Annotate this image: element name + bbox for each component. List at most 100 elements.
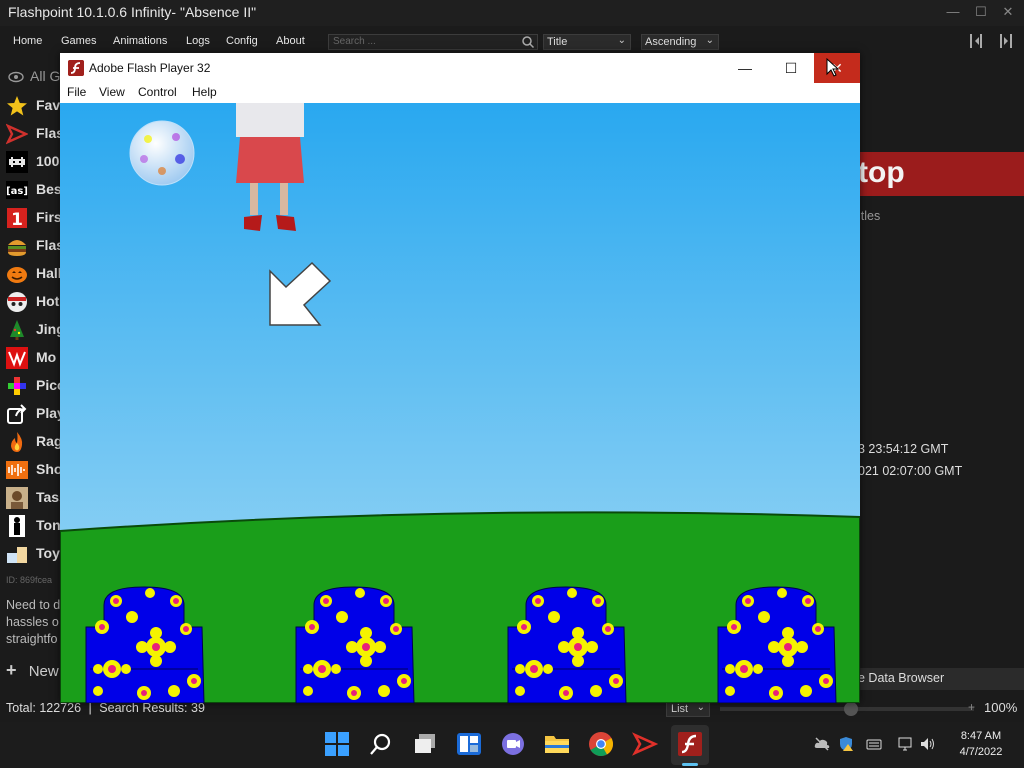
sort-order-value: Ascending (645, 36, 697, 48)
mosaic-icon (6, 347, 28, 369)
sidebar-item-pico[interactable]: Pico (4, 374, 66, 398)
collapse-right-icon[interactable] (996, 32, 1016, 50)
pixel-icon (8, 377, 26, 395)
sidebar-item-rag[interactable]: Rag (4, 430, 64, 454)
menu-games[interactable]: Games (61, 35, 96, 47)
sidebar-item-first[interactable]: 1 Firs (4, 206, 64, 230)
flashpoint-titlebar: Flashpoint 10.1.0.6 Infinity- "Absence I… (0, 0, 1024, 26)
widgets-icon[interactable] (456, 731, 482, 757)
sidebar-item-favorites[interactable]: Fav (4, 94, 64, 118)
desktop-screen: Flashpoint 10.1.0.6 Infinity- "Absence I… (0, 0, 1024, 768)
sidebar-item-label: 100 (36, 153, 60, 169)
sidebar-item-halloween[interactable]: Hall (4, 262, 64, 286)
flash-logo-icon (68, 60, 84, 76)
sidebar-item-label: Fav (36, 97, 61, 113)
search-icon[interactable] (521, 35, 535, 49)
audio-icon (6, 461, 28, 479)
burger-icon (8, 240, 26, 256)
chrome-icon[interactable] (588, 731, 614, 757)
game-stage[interactable] (60, 103, 860, 703)
sidebar-item-label: Rag (36, 433, 63, 449)
flashpoint-taskbar-icon[interactable] (632, 731, 658, 757)
zoom-value: 100% (984, 700, 1018, 715)
clock-date: 4/7/2022 (959, 746, 1003, 758)
flash-minimize-button[interactable]: — (722, 53, 768, 83)
flash-titlebar: Adobe Flash Player 32 — ☐ ✕ (60, 53, 860, 83)
flash-player-taskbar-icon[interactable] (677, 731, 703, 757)
menu-logs[interactable]: Logs (186, 35, 210, 47)
search-icon[interactable] (368, 731, 394, 757)
security-warning-icon[interactable] (838, 736, 854, 752)
start-icon[interactable] (324, 731, 350, 757)
close-button[interactable]: ✕ (997, 2, 1019, 22)
teams-chat-icon[interactable] (500, 731, 526, 757)
search-input[interactable]: Search ... (328, 34, 538, 50)
file-explorer-icon[interactable] (544, 731, 570, 757)
sidebar-item-jingle[interactable]: Jing (4, 318, 65, 342)
share-icon (7, 404, 27, 424)
game-title-banner: top (858, 152, 1024, 196)
flashpoint-icon (6, 123, 28, 145)
portrait-icon (6, 487, 28, 509)
sidebar-item-mo[interactable]: Mo (4, 346, 64, 370)
sidebar-item-best[interactable]: [as] Bes (4, 178, 64, 202)
task-view-icon[interactable] (412, 731, 438, 757)
flash-menu-help[interactable]: Help (192, 85, 217, 99)
sidebar-item-flashpoint[interactable]: Flas (4, 122, 64, 146)
flash-maximize-button[interactable]: ☐ (768, 53, 814, 83)
game-description: Need to d hassles o straightfo (6, 597, 60, 648)
sidebar-item-tass[interactable]: Tass (4, 486, 67, 510)
sidebar-item-label: Sho (36, 461, 63, 477)
chevron-down-icon: ⌄ (696, 702, 705, 713)
date-modified: 021 02:07:00 GMT (858, 464, 963, 478)
system-clock[interactable]: 8:47 AM 4/7/2022 (956, 728, 1006, 760)
blocks-icon (7, 547, 27, 563)
status-summary: Total: 122726 | Search Results: 39 (6, 701, 205, 715)
game-title-text: top (858, 156, 905, 189)
new-playlist-label: New (28, 663, 59, 680)
plus-icon: + (6, 660, 17, 680)
menu-config[interactable]: Config (226, 35, 258, 47)
sidebar-item-flash-burger[interactable]: Flas (4, 234, 64, 258)
sidebar-item-toys[interactable]: Toys (4, 542, 68, 566)
search-results-count: Search Results: 39 (99, 701, 205, 715)
flash-menubar: File View Control Help (60, 83, 860, 103)
flash-window-title: Adobe Flash Player 32 (89, 61, 211, 75)
zoom-plus-icon[interactable]: + (968, 700, 975, 714)
sort-order-select[interactable]: Ascending ⌄ (641, 34, 719, 50)
search-placeholder: Search ... (333, 36, 376, 47)
minimize-button[interactable]: — (942, 2, 964, 22)
volume-icon[interactable] (920, 736, 936, 752)
new-playlist-button[interactable]: + New (6, 660, 59, 681)
actionscript-icon: [as] (6, 181, 28, 199)
menu-about[interactable]: About (276, 35, 305, 47)
status-separator: | (88, 701, 92, 715)
sidebar-item-100[interactable]: 100 (4, 150, 64, 174)
sidebar-item-play[interactable]: Play (4, 402, 65, 426)
view-mode-select[interactable]: List ⌄ (666, 701, 710, 717)
flash-menu-control[interactable]: Control (138, 85, 177, 99)
display-icon[interactable] (898, 736, 914, 752)
onedrive-off-icon[interactable] (814, 736, 830, 752)
keyboard-icon[interactable] (866, 736, 882, 752)
collapse-left-icon[interactable] (968, 32, 988, 50)
christmas-tree-icon (10, 320, 24, 340)
sort-field-select[interactable]: Title ⌄ (543, 34, 631, 50)
number-one-icon: 1 (7, 208, 27, 229)
skull-icon (7, 292, 27, 312)
menu-animations[interactable]: Animations (113, 35, 167, 47)
flash-menu-view[interactable]: View (99, 85, 125, 99)
maximize-button[interactable]: ☐ (970, 2, 992, 22)
flash-menu-file[interactable]: File (67, 85, 86, 99)
menu-home[interactable]: Home (13, 35, 42, 47)
zoom-slider-thumb[interactable] (844, 702, 858, 716)
sidebar-item-label: Bes (36, 181, 62, 197)
sidebar-item-sho[interactable]: Sho (4, 458, 64, 482)
sidebar-item-ton[interactable]: Ton (4, 514, 64, 538)
sidebar-item-hot[interactable]: Hot (4, 290, 64, 314)
total-count: Total: 122726 (6, 701, 82, 715)
clock-time: 8:47 AM (960, 730, 1002, 742)
data-browser-button[interactable]: e Data Browser (858, 668, 1024, 690)
eye-icon (8, 71, 24, 83)
active-app-indicator (682, 763, 698, 766)
